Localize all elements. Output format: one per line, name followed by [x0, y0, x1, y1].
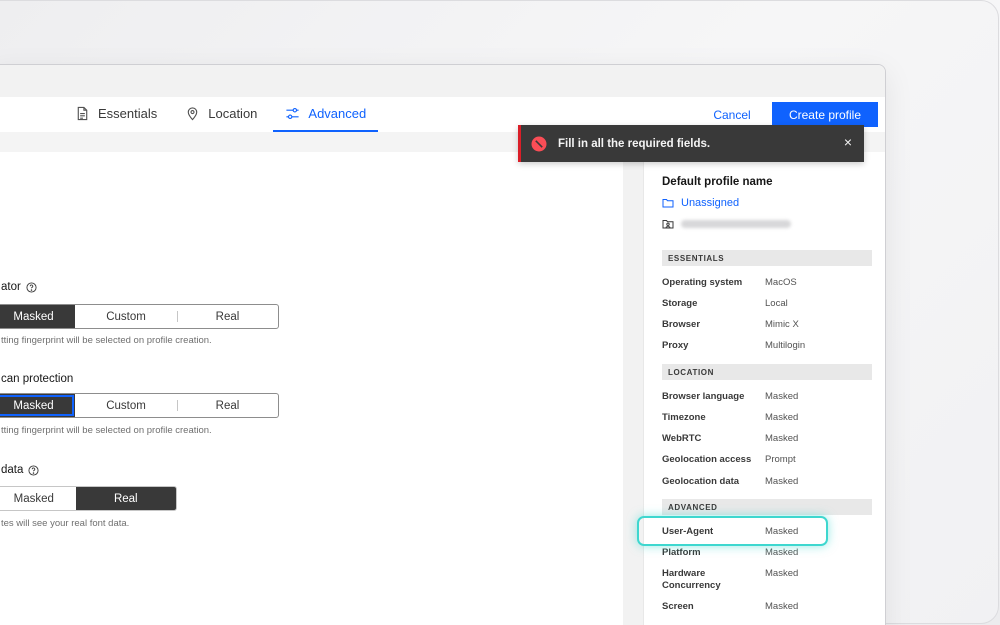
row-key: Operating system	[662, 277, 743, 288]
advanced-header: ADVANCED	[662, 499, 872, 515]
row-value: MacOS	[765, 277, 797, 288]
section-hint: tting fingerprint will be selected on pr…	[1, 425, 212, 436]
row-value: Masked	[765, 526, 799, 537]
tab-essentials[interactable]: Essentials	[63, 97, 169, 132]
profile-summary-panel: Default profile name Unassigned ESSENTIA…	[643, 152, 885, 625]
tab-label: Essentials	[98, 106, 158, 121]
section-title-text: data	[1, 464, 24, 476]
error-toast: Fill in all the required fields. ×	[518, 125, 864, 162]
create-profile-button[interactable]: Create profile	[772, 102, 878, 127]
settings-form: ator Masked Custom Real tting fingerprin…	[0, 152, 623, 625]
location-header: LOCATION	[662, 364, 872, 380]
row-key: Geolocation access	[662, 454, 752, 465]
option-real[interactable]: Real	[177, 305, 278, 328]
folder-label: Unassigned	[681, 197, 740, 209]
document-icon	[77, 106, 88, 121]
row-key: Geolocation data	[662, 476, 740, 487]
segmented-control: Masked Real	[0, 486, 177, 511]
row-key: Platform	[662, 547, 701, 558]
row-value: Prompt	[765, 454, 796, 465]
folder-link[interactable]: Unassigned	[662, 197, 739, 209]
row-key: Timezone	[662, 412, 706, 423]
location-pin-icon	[187, 107, 198, 121]
row-value: Mimic X	[765, 319, 799, 330]
option-real[interactable]: Real	[177, 394, 278, 417]
profile-name: Default profile name	[662, 176, 773, 188]
section-title-text: ator	[1, 281, 21, 293]
row-value: Masked	[765, 412, 799, 423]
row-key: Hardware Concurrency	[662, 568, 721, 591]
owner-row	[662, 218, 791, 230]
essentials-header: ESSENTIALS	[662, 250, 872, 266]
tab-location[interactable]: Location	[173, 97, 269, 132]
section-title: ator	[1, 281, 37, 293]
row-key: WebRTC	[662, 433, 702, 444]
folder-icon	[662, 199, 674, 208]
row-key: Storage	[662, 298, 698, 309]
row-key: User-Agent	[662, 526, 714, 537]
tab-advanced[interactable]: Advanced	[273, 97, 379, 132]
row-value: Masked	[765, 433, 799, 444]
toast-message: Fill in all the required fields.	[558, 137, 711, 150]
row-value: Masked	[765, 601, 799, 612]
option-masked[interactable]: Masked	[0, 394, 75, 417]
section-title: can protection	[1, 373, 73, 385]
tab-label: Advanced	[308, 106, 367, 121]
user-folder-icon	[662, 220, 674, 229]
section-title-text: can protection	[1, 373, 74, 385]
row-value: Local	[765, 298, 788, 309]
option-masked[interactable]: Masked	[0, 487, 76, 510]
row-value: Masked	[765, 547, 799, 558]
redacted-email	[681, 220, 791, 228]
section-hint: tting fingerprint will be selected on pr…	[1, 335, 212, 346]
row-key: Screen	[662, 601, 694, 612]
row-key: Browser	[662, 319, 701, 330]
tab-bar: Essentials Location Advanced	[63, 97, 382, 132]
tab-label: Location	[208, 106, 258, 121]
row-value: Masked	[765, 391, 799, 402]
option-custom[interactable]: Custom	[75, 394, 177, 417]
row-value: Masked	[765, 568, 799, 579]
row-value: Masked	[765, 476, 799, 487]
row-value: Multilogin	[765, 340, 806, 351]
segmented-control: Masked Custom Real	[0, 393, 279, 418]
row-key: Browser language	[662, 391, 745, 402]
window-bar	[0, 65, 885, 97]
row-key: Proxy	[662, 340, 689, 351]
option-custom[interactable]: Custom	[75, 305, 177, 328]
section-hint: tes will see your real font data.	[1, 518, 130, 529]
help-icon[interactable]	[26, 281, 37, 293]
segmented-control: Masked Custom Real	[0, 304, 279, 329]
option-real[interactable]: Real	[75, 487, 176, 510]
option-masked[interactable]: Masked	[0, 305, 75, 328]
close-icon[interactable]: ×	[844, 135, 852, 149]
help-icon[interactable]	[28, 464, 39, 476]
error-icon	[531, 136, 547, 151]
sliders-icon	[286, 107, 299, 120]
section-title: data	[1, 464, 39, 476]
